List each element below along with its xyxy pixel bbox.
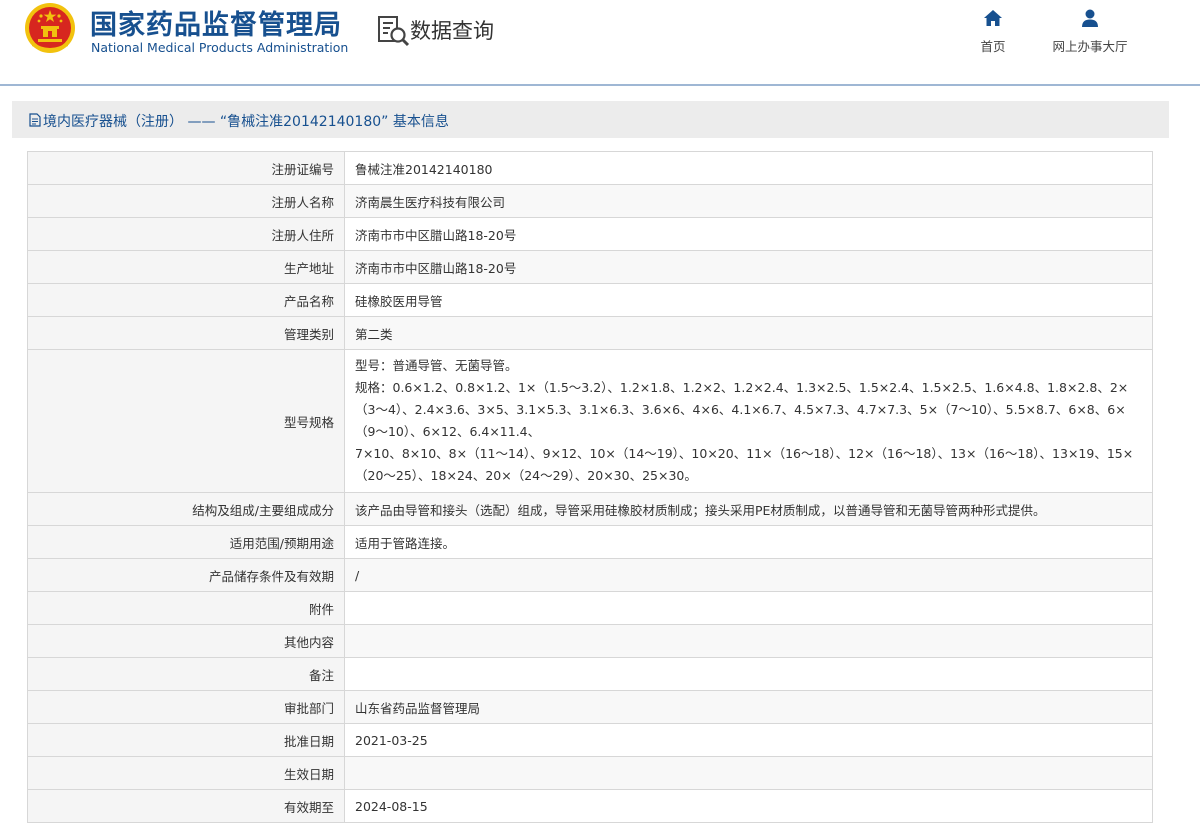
field-label: 注册证编号 xyxy=(27,151,345,185)
field-label: 备注 xyxy=(27,657,345,691)
panel-header: 境内医疗器械（注册） —— “鲁械注准20142140180” 基本信息 xyxy=(12,101,1169,138)
table-row: 产品储存条件及有效期 / xyxy=(27,558,1153,592)
field-value xyxy=(344,756,1153,790)
field-value-model-spec: 型号：普通导管、无菌导管。 规格：0.6×1.2、0.8×1.2、1×（1.5～… xyxy=(344,349,1153,493)
nav-home-label: 首页 xyxy=(980,39,1006,54)
table-row: 产品名称 硅橡胶医用导管 xyxy=(27,283,1153,317)
header-divider xyxy=(0,84,1200,86)
field-value: 2021-03-25 xyxy=(344,723,1153,757)
home-icon xyxy=(984,10,1002,26)
table-row: 备注 xyxy=(27,657,1153,691)
field-label: 适用范围/预期用途 xyxy=(27,525,345,559)
field-value: 2024-08-15 xyxy=(344,789,1153,823)
table-row: 注册人名称 济南晨生医疗科技有限公司 xyxy=(27,184,1153,218)
device-info-table: 注册证编号 鲁械注准20142140180 注册人名称 济南晨生医疗科技有限公司… xyxy=(27,151,1153,823)
page-heading: 数据查询 xyxy=(410,19,494,43)
table-row: 注册人住所 济南市市中区腊山路18-20号 xyxy=(27,217,1153,251)
table-row: 注册证编号 鲁械注准20142140180 xyxy=(27,151,1153,185)
table-row: 有效期至 2024-08-15 xyxy=(27,789,1153,823)
field-value: 该产品由导管和接头（选配）组成，导管采用硅橡胶材质制成；接头采用PE材质制成，以… xyxy=(344,492,1153,526)
table-row: 附件 xyxy=(27,591,1153,625)
document-icon xyxy=(29,113,41,127)
table-row: 生产地址 济南市市中区腊山路18-20号 xyxy=(27,250,1153,284)
site-title-cn: 国家药品监督管理局 xyxy=(90,10,342,41)
spec-line-model: 型号：普通导管、无菌导管。 xyxy=(355,358,518,373)
field-value: 山东省药品监督管理局 xyxy=(344,690,1153,724)
field-label: 产品名称 xyxy=(27,283,345,317)
field-value: 鲁械注准20142140180 xyxy=(344,151,1153,185)
table-row: 适用范围/预期用途 适用于管路连接。 xyxy=(27,525,1153,559)
spec-line-sizes: 规格：0.6×1.2、0.8×1.2、1×（1.5～3.2）、1.2×1.8、1… xyxy=(355,380,1129,439)
spec-line-sizes-continued: 7×10、8×10、8×（11～14）、9×12、10×（14～19）、10×2… xyxy=(355,446,1134,483)
table-row: 结构及组成/主要组成成分 该产品由导管和接头（选配）组成，导管采用硅橡胶材质制成… xyxy=(27,492,1153,526)
field-value: 济南市市中区腊山路18-20号 xyxy=(344,217,1153,251)
field-label: 生效日期 xyxy=(27,756,345,790)
table-row: 其他内容 xyxy=(27,624,1153,658)
table-row: 生效日期 xyxy=(27,756,1153,790)
field-value xyxy=(344,624,1153,658)
table-row: 型号规格 型号：普通导管、无菌导管。 规格：0.6×1.2、0.8×1.2、1×… xyxy=(27,349,1153,493)
table-row: 审批部门 山东省药品监督管理局 xyxy=(27,690,1153,724)
panel-body: 注册证编号 鲁械注准20142140180 注册人名称 济南晨生医疗科技有限公司… xyxy=(12,138,1169,825)
field-value: 济南晨生医疗科技有限公司 xyxy=(344,184,1153,218)
field-label: 管理类别 xyxy=(27,316,345,350)
site-header: 国家药品监督管理局 National Medical Products Admi… xyxy=(0,0,1200,84)
site-title-en: National Medical Products Administration xyxy=(91,40,349,55)
field-value: 适用于管路连接。 xyxy=(344,525,1153,559)
nav-online-office-label: 网上办事大厅 xyxy=(1052,39,1128,54)
user-icon xyxy=(1082,9,1098,27)
field-label: 结构及组成/主要组成成分 xyxy=(27,492,345,526)
field-label: 批准日期 xyxy=(27,723,345,757)
field-label: 审批部门 xyxy=(27,690,345,724)
field-label: 注册人名称 xyxy=(27,184,345,218)
field-label: 附件 xyxy=(27,591,345,625)
field-value: 硅橡胶医用导管 xyxy=(344,283,1153,317)
field-value xyxy=(344,591,1153,625)
nav-online-office-link[interactable]: 网上办事大厅 xyxy=(1040,8,1140,55)
field-label: 生产地址 xyxy=(27,250,345,284)
table-row: 管理类别 第二类 xyxy=(27,316,1153,350)
field-label: 型号规格 xyxy=(27,349,345,493)
field-label: 有效期至 xyxy=(27,789,345,823)
field-label: 产品储存条件及有效期 xyxy=(27,558,345,592)
field-value xyxy=(344,657,1153,691)
field-value: 济南市市中区腊山路18-20号 xyxy=(344,250,1153,284)
data-query-icon xyxy=(378,16,410,47)
panel-title: 境内医疗器械（注册） —— “鲁械注准20142140180” 基本信息 xyxy=(43,114,449,130)
national-emblem-icon xyxy=(25,3,75,53)
table-row: 批准日期 2021-03-25 xyxy=(27,723,1153,757)
field-value: / xyxy=(344,558,1153,592)
field-value: 第二类 xyxy=(344,316,1153,350)
nav-home-link[interactable]: 首页 xyxy=(943,8,1043,55)
field-label: 注册人住所 xyxy=(27,217,345,251)
detail-panel: 境内医疗器械（注册） —— “鲁械注准20142140180” 基本信息 注册证… xyxy=(12,101,1169,825)
field-label: 其他内容 xyxy=(27,624,345,658)
